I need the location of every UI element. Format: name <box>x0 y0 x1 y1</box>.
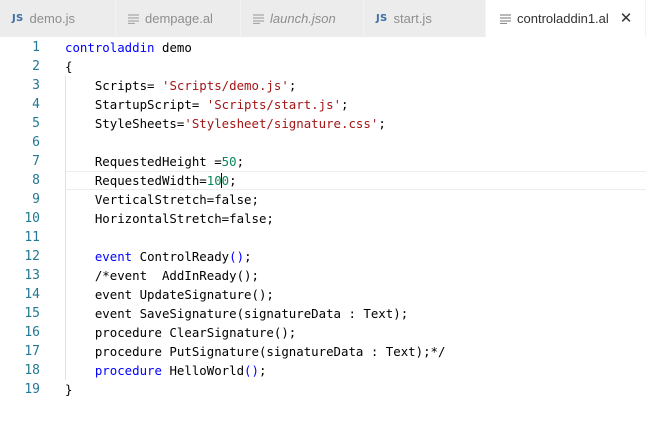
code-token: event SaveSignature(signatureData : Text… <box>65 306 409 321</box>
line-number: 14 <box>24 287 40 302</box>
code-token: event UpdateSignature(); <box>65 287 274 302</box>
line-number: 8 <box>32 173 40 188</box>
line-number: 17 <box>24 344 40 359</box>
line-number: 2 <box>32 59 40 74</box>
js-file-icon: JS <box>12 13 24 24</box>
code-token: 'Scripts/start.js' <box>206 97 342 112</box>
code-line[interactable]: RequestedHeight =50; <box>65 152 244 171</box>
code-token: ; <box>244 249 252 264</box>
line-number: 16 <box>24 325 40 340</box>
code-line[interactable]: event SaveSignature(signatureData : Text… <box>65 304 408 323</box>
line-number: 5 <box>32 116 40 131</box>
code-token: 10 <box>206 173 222 188</box>
editor-tab-bar: JS demo.js dempage.al launch.json JS sta… <box>0 0 646 37</box>
line-number: 15 <box>24 306 40 321</box>
lines-file-icon <box>128 13 139 24</box>
code-token: /*event AddInReady(); <box>65 268 259 283</box>
code-token: ControlReady <box>132 249 230 264</box>
code-token: RequestedWidth= <box>65 173 207 188</box>
code-line[interactable]: Scripts= 'Scripts/demo.js'; <box>65 76 296 95</box>
line-number: 13 <box>24 268 40 283</box>
code-token: ; <box>229 173 237 188</box>
code-token: HelloWorld <box>161 363 245 378</box>
code-line[interactable]: VerticalStretch=false; <box>65 190 259 209</box>
code-token: procedure <box>94 363 162 378</box>
code-line[interactable]: event ControlReady(); <box>65 247 252 266</box>
code-token: () <box>229 249 245 264</box>
line-number: 10 <box>24 211 40 226</box>
line-number: 11 <box>24 230 40 245</box>
line-number: 6 <box>32 135 40 150</box>
code-token: ; <box>258 363 267 378</box>
tab-label: launch.json <box>270 11 336 26</box>
tab-dempage-al[interactable]: dempage.al <box>116 0 241 37</box>
code-editor[interactable]: 1 2 3 4 5 6 7 8 9 10 11 12 13 14 15 16 17 18 19 controladd… <box>0 37 646 429</box>
line-number: 19 <box>24 382 40 397</box>
code-token: 'Stylesheet/signature.css' <box>184 116 379 131</box>
code-token: ; <box>288 78 297 93</box>
code-token: VerticalStretch=false; <box>65 192 259 207</box>
tab-label: start.js <box>393 11 432 26</box>
code-token: ; <box>236 154 245 169</box>
code-token: RequestedHeight = <box>65 154 222 169</box>
code-line[interactable]: controladdin demo <box>65 38 192 57</box>
code-token: { <box>65 59 73 74</box>
code-line[interactable]: { <box>65 57 72 76</box>
code-token: StartupScript= <box>65 97 207 112</box>
line-number: 1 <box>32 40 40 55</box>
line-number: 12 <box>24 249 40 264</box>
code-token: controladdin <box>65 40 155 55</box>
code-token: 'Scripts/demo.js' <box>161 78 289 93</box>
code-token: procedure ClearSignature(); <box>65 325 297 340</box>
code-token: ; <box>378 116 386 131</box>
code-line[interactable]: } <box>65 380 72 399</box>
line-number: 9 <box>32 192 40 207</box>
line-number: 4 <box>32 97 40 112</box>
tab-launch-json[interactable]: launch.json <box>241 0 364 37</box>
code-token: () <box>244 363 259 378</box>
code-line[interactable]: procedure ClearSignature(); <box>65 323 296 342</box>
tab-start-js[interactable]: JS start.js <box>364 0 486 37</box>
code-line[interactable]: event UpdateSignature(); <box>65 285 274 304</box>
code-token: StyleSheets= <box>65 116 185 131</box>
tab-label: controladdin1.al <box>517 11 609 26</box>
code-token: procedure PutSignature(signatureData : T… <box>65 344 446 359</box>
code-line[interactable]: RequestedWidth=100; <box>65 171 237 190</box>
line-number: 3 <box>32 78 40 93</box>
tab-label: demo.js <box>29 11 76 26</box>
code-line[interactable]: procedure PutSignature(signatureData : T… <box>65 342 446 361</box>
line-number: 7 <box>32 154 40 169</box>
tab-demo-js[interactable]: JS demo.js <box>0 0 116 37</box>
tab-label: dempage.al <box>145 11 213 26</box>
code-token: event <box>94 249 133 264</box>
code-token: 50 <box>221 154 237 169</box>
code-line[interactable]: procedure HelloWorld(); <box>65 361 267 380</box>
code-token: } <box>65 382 73 397</box>
lines-file-icon <box>500 13 511 24</box>
code-token: Scripts= <box>65 78 162 93</box>
code-token: ; <box>341 97 349 112</box>
code-token: demo <box>154 40 192 55</box>
close-tab-icon[interactable]: ✕ <box>620 11 633 26</box>
code-line[interactable]: HorizontalStretch=false; <box>65 209 274 228</box>
code-line[interactable]: StartupScript= 'Scripts/start.js'; <box>65 95 349 114</box>
js-file-icon: JS <box>376 13 388 24</box>
lines-file-icon <box>253 13 264 24</box>
tab-controladdin1-al[interactable]: controladdin1.al ✕ <box>486 0 646 37</box>
code-line[interactable]: /*event AddInReady(); <box>65 266 259 285</box>
code-line[interactable]: StyleSheets='Stylesheet/signature.css'; <box>65 114 386 133</box>
line-number: 18 <box>24 363 40 378</box>
code-token: HorizontalStretch=false; <box>65 211 274 226</box>
